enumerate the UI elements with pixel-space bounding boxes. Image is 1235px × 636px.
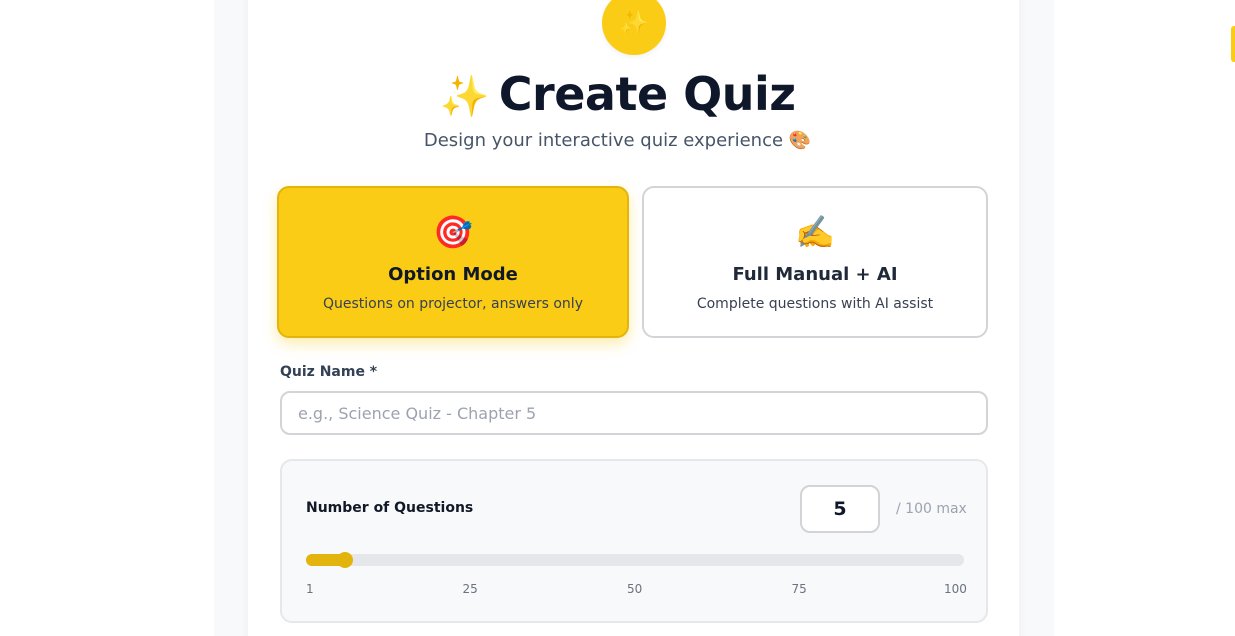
quiz-name-input[interactable] [280, 391, 988, 435]
questions-panel: Number of Questions 5 / 100 max 1 25 50 … [280, 459, 988, 623]
page-subtitle: Design your interactive quiz experience … [423, 130, 812, 151]
mode-title: Option Mode [388, 264, 518, 285]
questions-label: Number of Questions [306, 500, 474, 516]
page-title: ✨ Create Quiz [0, 64, 1235, 127]
slider-tick-label: 100 [944, 582, 967, 596]
questions-slider-track[interactable] [306, 552, 964, 568]
slider-tick-label: 75 [791, 582, 807, 596]
mode-description: Questions on projector, answers only [323, 296, 583, 312]
slider-tick-label: 25 [462, 582, 478, 596]
questions-slider-thumb[interactable] [336, 552, 353, 568]
sparkle-icon: ✨ [439, 74, 489, 120]
slider-tick-label: 1 [306, 582, 314, 596]
side-panel-tab[interactable] [1231, 26, 1235, 62]
quiz-name-label: Quiz Name * [280, 364, 378, 380]
full-manual-ai-card[interactable]: ✍️ Full Manual + AI Complete questions w… [642, 186, 988, 338]
page-title-text: Create Quiz [498, 67, 796, 121]
mode-title: Full Manual + AI [732, 264, 898, 285]
sparkle-icon: ✨ [619, 9, 649, 37]
target-icon: 🎯 [433, 213, 473, 251]
option-mode-card[interactable]: 🎯 Option Mode Questions on projector, an… [277, 186, 629, 338]
mode-description: Complete questions with AI assist [696, 296, 934, 312]
page: ✨ ✨ Create Quiz Design your interactive q… [0, 0, 1235, 636]
questions-max-label: / 100 max [896, 501, 967, 517]
writing-hand-icon: ✍️ [795, 213, 835, 251]
slider-tick-label: 50 [627, 582, 643, 596]
questions-count-input[interactable]: 5 [800, 485, 880, 533]
